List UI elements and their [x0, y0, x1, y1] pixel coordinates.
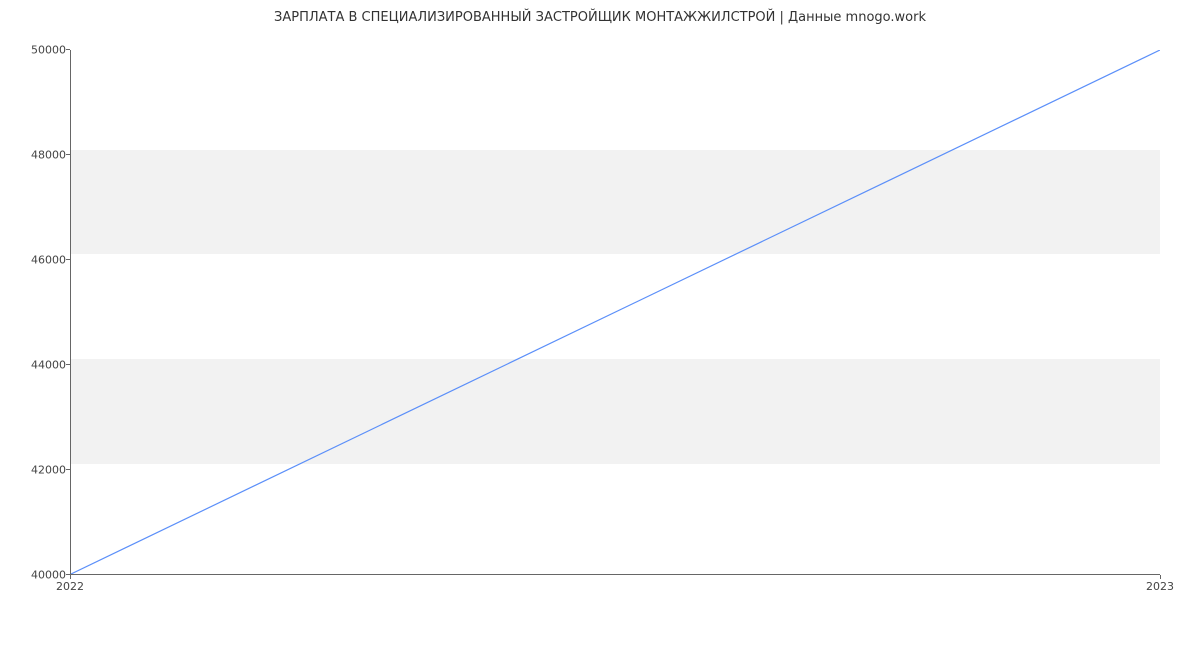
x-tick-mark	[70, 575, 71, 579]
y-tick-mark	[66, 469, 70, 470]
y-tick-mark	[66, 364, 70, 365]
x-tick-label: 2022	[56, 580, 84, 593]
y-tick-label: 50000	[6, 44, 66, 57]
chart-title: ЗАРПЛАТА В СПЕЦИАЛИЗИРОВАННЫЙ ЗАСТРОЙЩИК…	[0, 10, 1200, 25]
y-tick-label: 44000	[6, 359, 66, 372]
x-tick-mark	[1160, 575, 1161, 579]
x-tick-label: 2023	[1146, 580, 1174, 593]
y-tick-mark	[66, 154, 70, 155]
y-tick-mark	[66, 259, 70, 260]
y-tick-label: 46000	[6, 254, 66, 267]
line-series	[71, 50, 1160, 574]
y-tick-label: 48000	[6, 149, 66, 162]
chart-container: ЗАРПЛАТА В СПЕЦИАЛИЗИРОВАННЫЙ ЗАСТРОЙЩИК…	[0, 0, 1200, 650]
plot-area	[70, 50, 1160, 575]
y-tick-label: 42000	[6, 464, 66, 477]
y-tick-mark	[66, 49, 70, 50]
